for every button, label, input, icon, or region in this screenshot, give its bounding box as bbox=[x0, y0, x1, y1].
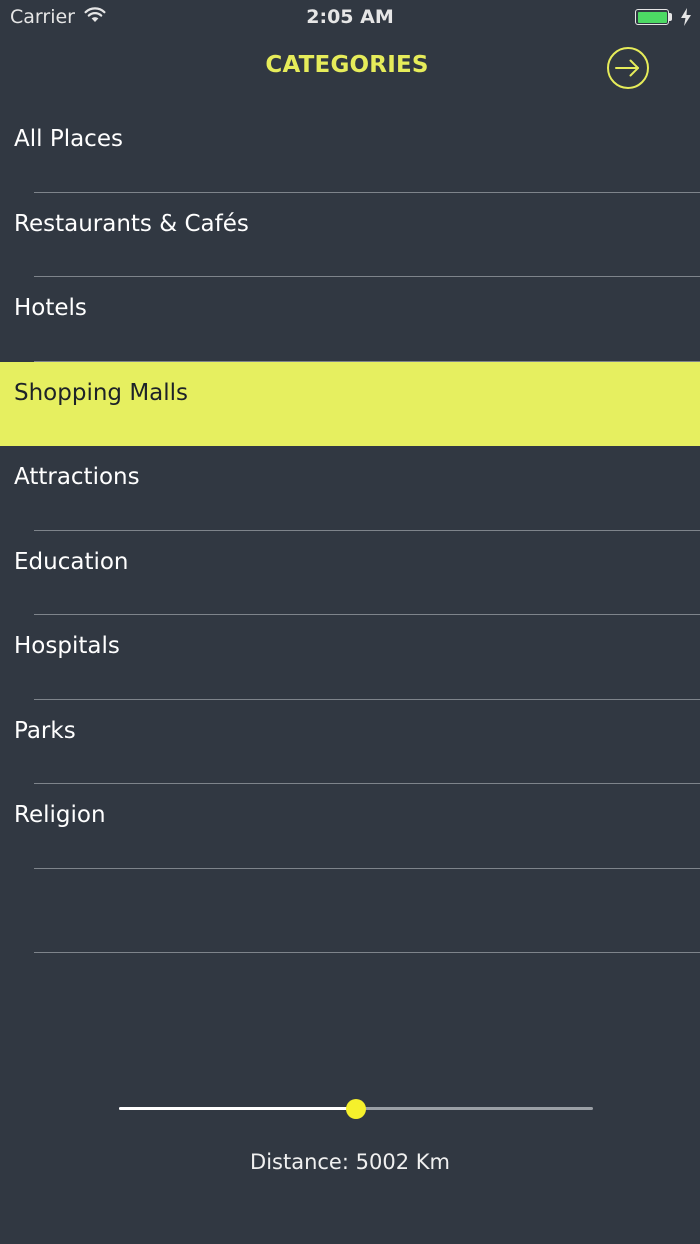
category-item-all-places[interactable]: All Places bbox=[0, 108, 700, 193]
battery-icon bbox=[635, 9, 669, 25]
category-label: Restaurants & Cafés bbox=[14, 210, 249, 237]
battery-level bbox=[637, 11, 667, 23]
battery-nub bbox=[669, 13, 672, 21]
category-item-hospitals[interactable]: Hospitals bbox=[0, 615, 700, 700]
category-label: Hotels bbox=[14, 295, 87, 321]
category-label: Religion bbox=[14, 802, 106, 828]
charging-bolt-icon bbox=[681, 8, 691, 30]
distance-label: Distance: 5002 Km bbox=[250, 1150, 450, 1174]
category-label: Attractions bbox=[14, 464, 140, 490]
category-label: Education bbox=[14, 548, 129, 575]
empty-list-row bbox=[0, 869, 700, 954]
category-label: Shopping Malls bbox=[14, 379, 189, 406]
status-time: 2:05 AM bbox=[306, 6, 394, 28]
category-list: All Places Restaurants & Cafés Hotels Sh… bbox=[0, 108, 700, 953]
category-label: Parks bbox=[14, 717, 76, 744]
status-bar: Carrier 2:05 AM bbox=[0, 0, 700, 36]
slider-thumb[interactable] bbox=[346, 1099, 366, 1119]
category-item-education[interactable]: Education bbox=[0, 531, 700, 616]
exit-arrow-icon bbox=[607, 47, 649, 89]
category-item-shopping-malls[interactable]: Shopping Malls bbox=[0, 361, 700, 446]
exit-button[interactable] bbox=[606, 46, 650, 90]
slider-fill bbox=[119, 1107, 356, 1110]
category-item-restaurants-cafes[interactable]: Restaurants & Cafés bbox=[0, 193, 700, 278]
category-label: All Places bbox=[14, 126, 123, 152]
page-title: CATEGORIES bbox=[265, 52, 429, 78]
category-label: Hospitals bbox=[14, 633, 120, 659]
category-item-religion[interactable]: Religion bbox=[0, 784, 700, 869]
category-item-attractions[interactable]: Attractions bbox=[0, 446, 700, 531]
distance-slider[interactable] bbox=[119, 1098, 593, 1120]
category-item-parks[interactable]: Parks bbox=[0, 700, 700, 785]
category-item-hotels[interactable]: Hotels bbox=[0, 277, 700, 362]
